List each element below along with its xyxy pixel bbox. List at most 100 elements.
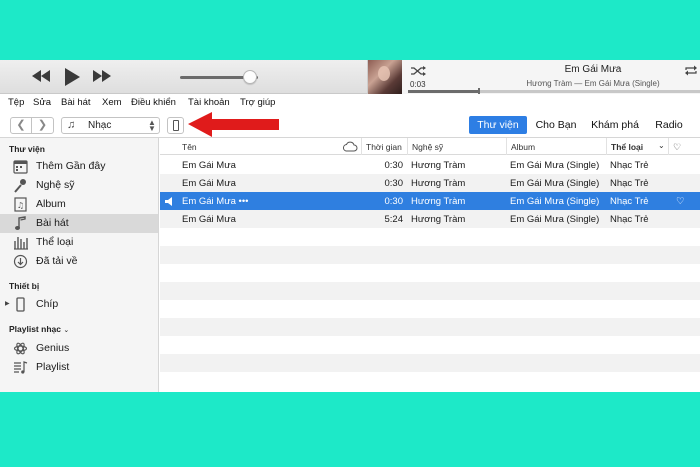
sidebar-item-recently-added[interactable]: Thêm Gần đây xyxy=(0,157,158,176)
iphone-icon xyxy=(173,120,179,131)
sidebar-item-artists[interactable]: Nghệ sỹ xyxy=(0,176,158,195)
song-name: Em Gái Mưa ••• xyxy=(182,196,249,207)
chevron-down-icon: ⌄ xyxy=(63,327,70,334)
repeat-icon[interactable] xyxy=(684,65,698,76)
volume-knob[interactable] xyxy=(243,70,258,84)
sidebar-item-label: Thể loại xyxy=(36,236,74,248)
empty-row xyxy=(160,282,700,300)
chevron-left-icon: ❮ xyxy=(16,119,26,131)
song-genre: Nhạc Trẻ xyxy=(610,178,649,189)
sidebar-item-downloaded[interactable]: Đã tải về xyxy=(0,252,158,271)
sidebar-item-label: Bài hát xyxy=(36,217,69,229)
up-down-caret-icon: ▲ ▼ xyxy=(148,118,156,133)
empty-row xyxy=(160,264,700,282)
svg-text:♫: ♫ xyxy=(17,201,24,210)
play-icon[interactable] xyxy=(62,67,82,87)
sidebar-item-playlist[interactable]: Playlist xyxy=(0,358,158,377)
now-playing-subtitle: Hương Tràm — Em Gái Mưa (Single) xyxy=(526,79,660,88)
menu-bar: Tệp Sửa Bài hát Xem Điều khiển Tài khoản… xyxy=(0,94,700,111)
menu-file[interactable]: Tệp xyxy=(8,97,24,108)
device-button[interactable] xyxy=(167,117,184,134)
table-row[interactable]: Em Gái Mưa ••• 0:30 Hương Tràm Em Gái Mưa (… xyxy=(160,192,700,210)
song-time: 0:30 xyxy=(384,160,404,171)
icloud-icon[interactable] xyxy=(342,141,358,152)
song-time: 0:30 xyxy=(384,196,404,207)
table-row[interactable]: Em Gái Mưa 0:30 Hương Tràm Em Gái Mưa (Sing… xyxy=(160,174,700,192)
devices-section-header: Thiết bị xyxy=(9,281,40,291)
song-artist: Hương Tràm xyxy=(411,160,466,171)
player-bar: 0:03 Em Gái Mưa Hương Tràm — Em Gái Mưa … xyxy=(0,60,700,95)
toolbar: ❮ ❯ ♫ Nhạc ▲ ▼ Thư viện Cho Bạn Khám phá … xyxy=(0,111,700,138)
songs-table: Tên Thời gian Nghệ sỹ Album Thể loại ⌄ ♡… xyxy=(160,138,700,392)
sidebar-item-genres[interactable]: Thể loại xyxy=(0,233,158,252)
empty-row xyxy=(160,318,700,336)
chevron-right-icon: ❯ xyxy=(37,119,48,131)
empty-row xyxy=(160,228,700,246)
menu-song[interactable]: Bài hát xyxy=(61,97,91,108)
column-header-album[interactable]: Album xyxy=(506,138,606,155)
playback-progress-bar[interactable] xyxy=(408,88,700,95)
sidebar-item-label: Đã tải về xyxy=(36,255,78,267)
column-header-name[interactable]: Tên xyxy=(182,142,197,152)
fast-forward-icon[interactable] xyxy=(91,67,113,85)
now-playing-title: Em Gái Mưa xyxy=(564,64,622,75)
library-section-header: Thư viện xyxy=(9,144,45,154)
sidebar-item-label: Nghệ sỹ xyxy=(36,179,75,191)
tab-for-you[interactable]: Cho Bạn xyxy=(530,116,582,134)
forward-button[interactable]: ❯ xyxy=(32,118,53,133)
media-kind-select[interactable]: ♫ Nhạc ▲ ▼ xyxy=(61,117,160,134)
recently-added-icon xyxy=(13,160,28,174)
song-album: Em Gái Mưa (Single) xyxy=(510,196,600,207)
songs-icon xyxy=(15,216,26,230)
song-album: Em Gái Mưa (Single) xyxy=(510,214,600,225)
song-artist: Hương Tràm xyxy=(411,214,466,225)
rewind-icon[interactable] xyxy=(30,67,52,85)
sidebar-item-label: Album xyxy=(36,198,66,210)
playlists-section-header[interactable]: Playlist nhạc ⌄ xyxy=(9,324,69,334)
now-playing-display: 0:03 Em Gái Mưa Hương Tràm — Em Gái Mưa … xyxy=(367,60,700,95)
sidebar-item-songs[interactable]: Bài hát xyxy=(0,214,158,233)
sidebar-item-device[interactable]: ▶ Chíp xyxy=(0,295,158,314)
tab-library[interactable]: Thư viện xyxy=(469,116,527,134)
artists-icon xyxy=(14,179,26,193)
speaker-icon xyxy=(165,197,172,206)
playlists-header-label: Playlist nhạc xyxy=(9,324,61,334)
empty-row xyxy=(160,354,700,372)
tab-browse[interactable]: Khám phá xyxy=(586,116,644,134)
sidebar-item-genius[interactable]: Genius xyxy=(0,339,158,358)
table-row[interactable]: Em Gái Mưa 5:24 Hương Tràm Em Gái Mưa (Sing… xyxy=(160,210,700,228)
shuffle-icon[interactable] xyxy=(410,65,426,77)
song-artist: Hương Tràm xyxy=(411,196,466,207)
heart-column-icon[interactable]: ♡ xyxy=(668,138,700,155)
iphone-icon xyxy=(16,297,25,312)
menu-view[interactable]: Xem xyxy=(102,97,122,108)
menu-help[interactable]: Trợ giúp xyxy=(240,97,275,108)
column-header-time[interactable]: Thời gian xyxy=(361,138,407,155)
menu-account[interactable]: Tài khoản xyxy=(188,97,230,108)
table-row[interactable]: Em Gái Mưa 0:30 Hương Tràm Em Gái Mưa (Sing… xyxy=(160,156,700,174)
song-genre: Nhạc Trẻ xyxy=(610,196,649,207)
song-name: Em Gái Mưa xyxy=(182,214,236,225)
table-header: Tên Thời gian Nghệ sỹ Album Thể loại ⌄ ♡ xyxy=(160,138,700,155)
sidebar-item-label: Chíp xyxy=(36,298,59,310)
downloaded-icon xyxy=(13,254,28,269)
column-header-artist[interactable]: Nghệ sỹ xyxy=(407,138,506,155)
album-icon: ♫ xyxy=(14,197,27,212)
sidebar-item-albums[interactable]: ♫ Album xyxy=(0,195,158,214)
playlist-icon xyxy=(14,361,28,374)
tab-radio[interactable]: Radio xyxy=(649,116,689,134)
elapsed-time: 0:03 xyxy=(410,80,426,89)
menu-edit[interactable]: Sửa xyxy=(33,97,51,108)
empty-row xyxy=(160,372,700,390)
menu-controls[interactable]: Điều khiển xyxy=(131,97,176,108)
playback-progress-fill xyxy=(408,90,479,93)
heart-icon[interactable]: ♡ xyxy=(676,196,688,207)
song-time: 0:30 xyxy=(384,178,404,189)
back-button[interactable]: ❮ xyxy=(11,118,32,133)
disclosure-triangle-icon[interactable]: ▶ xyxy=(5,300,10,307)
sidebar-item-label: Playlist xyxy=(36,361,70,373)
itunes-window: 0:03 Em Gái Mưa Hương Tràm — Em Gái Mưa … xyxy=(0,60,700,392)
sort-chevron-icon[interactable]: ⌄ xyxy=(658,141,665,150)
album-artwork[interactable] xyxy=(368,60,402,94)
song-album: Em Gái Mưa (Single) xyxy=(510,178,600,189)
